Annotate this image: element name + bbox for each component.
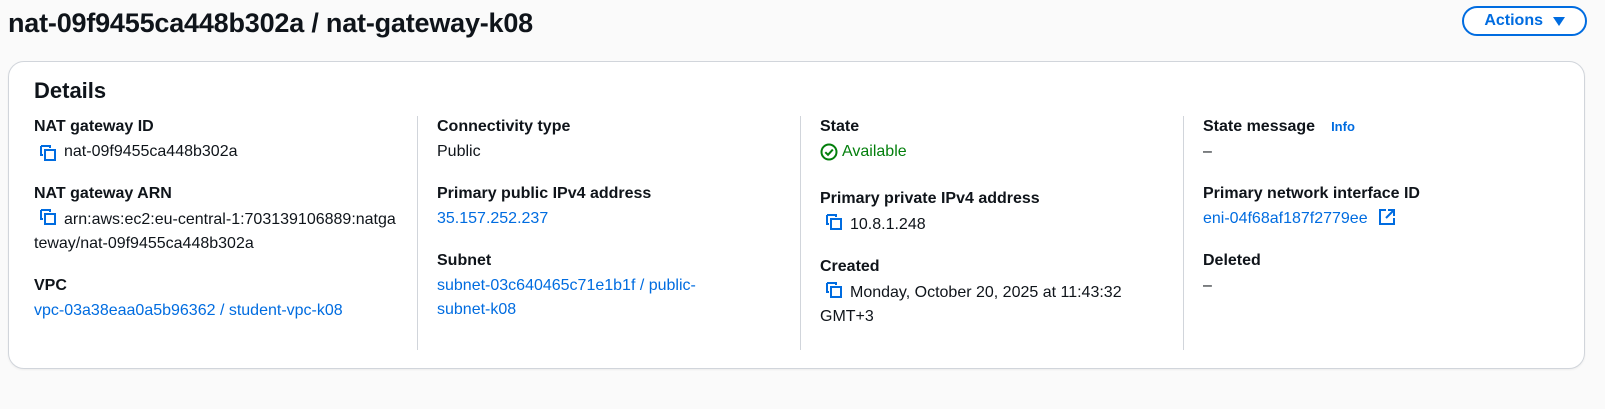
state-status: Available bbox=[820, 140, 907, 164]
copy-icon[interactable] bbox=[824, 212, 844, 232]
created-label: Created bbox=[820, 258, 880, 275]
deleted-value: – bbox=[1203, 277, 1212, 294]
state-message-value: – bbox=[1203, 143, 1212, 160]
details-title: Details bbox=[34, 78, 107, 103]
status-check-icon bbox=[820, 143, 838, 161]
network-interface-link[interactable]: eni-04f68af187f2779ee bbox=[1203, 210, 1368, 227]
state-label: State bbox=[820, 118, 860, 135]
nat-gateway-id-value: nat-09f9455ca448b302a bbox=[64, 143, 238, 160]
connectivity-type-value: Public bbox=[437, 143, 481, 160]
copy-icon[interactable] bbox=[824, 280, 844, 300]
details-columns: NAT gateway ID nat-09f9455ca448b302a NAT… bbox=[34, 116, 1566, 350]
page-header: nat-09f9455ca448b302a / nat-gateway-k08 … bbox=[0, 0, 1605, 56]
private-ipv4-value: 10.8.1.248 bbox=[850, 216, 926, 233]
details-column-3: State Available Primary private IPv4 add… bbox=[800, 116, 1183, 350]
created-value: Monday, October 20, 2025 at 11:43:32 GMT… bbox=[820, 284, 1122, 325]
public-ipv4-label: Primary public IPv4 address bbox=[437, 185, 652, 202]
details-panel: Details NAT gateway ID nat-09f9455ca448b… bbox=[8, 61, 1585, 369]
details-column-1: NAT gateway ID nat-09f9455ca448b302a NAT… bbox=[34, 116, 417, 350]
private-ipv4-label: Primary private IPv4 address bbox=[820, 190, 1040, 207]
public-ipv4-link[interactable]: 35.157.252.237 bbox=[437, 210, 548, 227]
subnet-field: Subnet subnet-03c640465c71e1b1f / public… bbox=[437, 250, 780, 322]
network-interface-field: Primary network interface ID eni-04f68af… bbox=[1203, 183, 1546, 231]
connectivity-type-label: Connectivity type bbox=[437, 118, 571, 135]
page-title: nat-09f9455ca448b302a / nat-gateway-k08 bbox=[8, 8, 534, 38]
vpc-link[interactable]: vpc-03a38eaa0a5b96362 / student-vpc-k08 bbox=[34, 302, 343, 319]
actions-button-label: Actions bbox=[1484, 12, 1543, 29]
subnet-label: Subnet bbox=[437, 252, 492, 269]
details-column-4: State message Info – Primary network int… bbox=[1183, 116, 1566, 350]
state-field: State Available bbox=[820, 116, 1163, 169]
copy-icon[interactable] bbox=[38, 143, 58, 163]
public-ipv4-field: Primary public IPv4 address 35.157.252.2… bbox=[437, 183, 780, 231]
deleted-field: Deleted – bbox=[1203, 250, 1546, 298]
actions-button[interactable]: Actions bbox=[1462, 6, 1587, 36]
caret-down-icon bbox=[1553, 16, 1565, 26]
connectivity-type-field: Connectivity type Public bbox=[437, 116, 780, 164]
private-ipv4-field: Primary private IPv4 address 10.8.1.248 bbox=[820, 188, 1163, 237]
created-field: Created Monday, October 20, 2025 at 11:4… bbox=[820, 256, 1163, 329]
external-link-icon[interactable] bbox=[1378, 208, 1396, 226]
vpc-field: VPC vpc-03a38eaa0a5b96362 / student-vpc-… bbox=[34, 275, 397, 323]
info-link[interactable]: Info bbox=[1331, 116, 1355, 138]
nat-gateway-arn-value: arn:aws:ec2:eu-central-1:703139106889:na… bbox=[34, 211, 396, 252]
state-message-label: State message bbox=[1203, 118, 1316, 135]
nat-gateway-arn-field: NAT gateway ARN arn:aws:ec2:eu-central-1… bbox=[34, 183, 397, 256]
copy-icon[interactable] bbox=[38, 207, 58, 227]
details-column-2: Connectivity type Public Primary public … bbox=[417, 116, 800, 350]
state-value: Available bbox=[842, 143, 907, 160]
network-interface-label: Primary network interface ID bbox=[1203, 185, 1420, 202]
nat-gateway-arn-label: NAT gateway ARN bbox=[34, 185, 172, 202]
nat-gateway-id-field: NAT gateway ID nat-09f9455ca448b302a bbox=[34, 116, 397, 164]
subnet-link[interactable]: subnet-03c640465c71e1b1f / public-subnet… bbox=[437, 277, 696, 318]
nat-gateway-id-label: NAT gateway ID bbox=[34, 118, 154, 135]
state-message-field: State message Info – bbox=[1203, 116, 1546, 164]
deleted-label: Deleted bbox=[1203, 252, 1261, 269]
vpc-label: VPC bbox=[34, 277, 67, 294]
